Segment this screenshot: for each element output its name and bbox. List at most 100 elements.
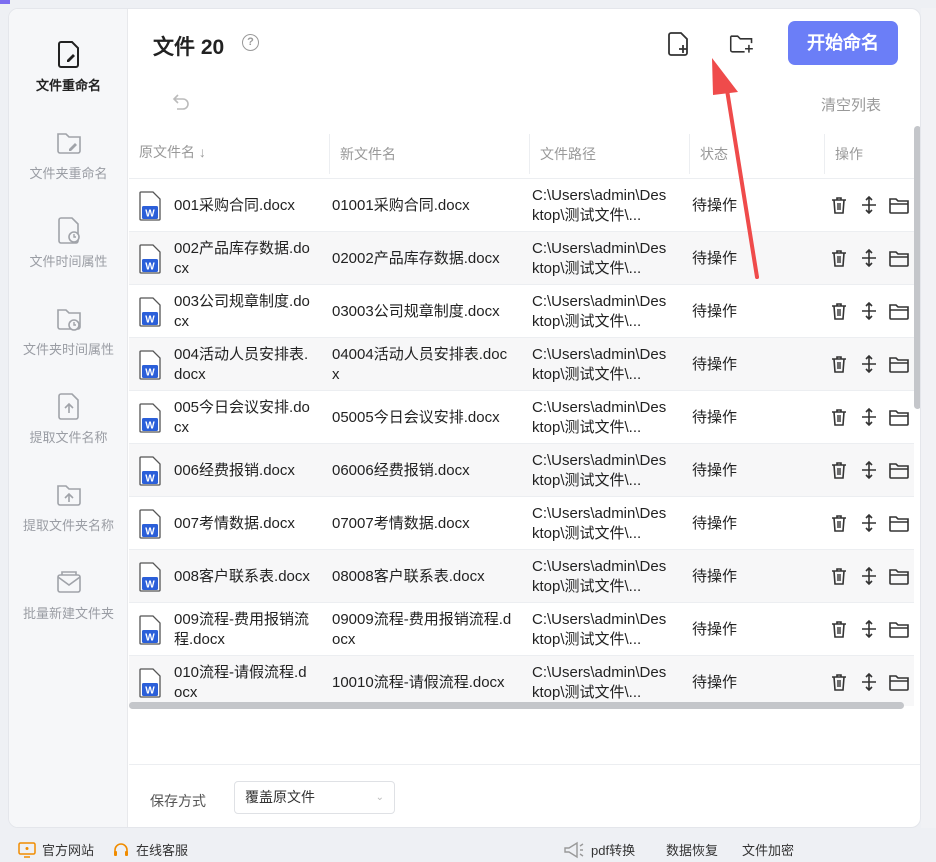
folder-upload-icon xyxy=(56,485,81,506)
add-file-icon[interactable] xyxy=(666,31,692,57)
file-path: C:\Users\admin\Desktop\测试文件\... xyxy=(532,610,667,648)
sidebar-item-label: 批量新建文件夹 xyxy=(22,606,114,621)
word-doc-icon: W xyxy=(139,562,161,592)
new-filename: 09009流程-费用报销流程.docx xyxy=(332,610,512,648)
svg-text:W: W xyxy=(145,262,155,273)
save-mode-label: 保存方式 xyxy=(150,793,206,809)
delete-icon[interactable] xyxy=(828,353,850,375)
open-folder-icon[interactable] xyxy=(888,406,910,428)
move-icon[interactable] xyxy=(858,512,880,534)
svg-text:W: W xyxy=(145,633,155,644)
file-path: C:\Users\admin\Desktop\测试文件\... xyxy=(532,557,667,595)
table-row[interactable]: W 004活动人员安排表.docx 04004活动人员安排表.docx C:\U… xyxy=(129,338,914,391)
sidebar-item-extract-filename[interactable]: 提取文件名称 xyxy=(9,391,128,446)
open-folder-icon[interactable] xyxy=(888,194,910,216)
svg-text:W: W xyxy=(145,580,155,591)
save-mode-select[interactable]: 覆盖原文件 ⌄ xyxy=(234,781,395,814)
open-folder-icon[interactable] xyxy=(888,300,910,322)
table-header: 原文件名 ↓ 新文件名 文件路径 状态 操作 xyxy=(129,126,914,179)
delete-icon[interactable] xyxy=(828,671,850,693)
status-text: 待操作 xyxy=(692,249,738,267)
start-rename-button[interactable]: 开始命名 xyxy=(788,21,898,65)
svg-text:W: W xyxy=(145,368,155,379)
open-folder-icon[interactable] xyxy=(888,459,910,481)
clear-list-button[interactable]: 清空列表 xyxy=(821,94,881,115)
table-row[interactable]: W 010流程-请假流程.docx 10010流程-请假流程.docx C:\U… xyxy=(129,656,914,706)
data-recovery-link[interactable]: 数据恢复 xyxy=(666,840,718,859)
save-options-bar: 保存方式 覆盖原文件 ⌄ xyxy=(129,764,920,827)
undo-icon[interactable] xyxy=(169,91,191,113)
svg-text:W: W xyxy=(145,315,155,326)
status-text: 待操作 xyxy=(692,514,738,532)
move-icon[interactable] xyxy=(858,194,880,216)
table-row[interactable]: W 003公司规章制度.docx 03003公司规章制度.docx C:\Use… xyxy=(129,285,914,338)
sidebar-item-label: 文件重命名 xyxy=(35,78,101,93)
new-filename: 07007考情数据.docx xyxy=(332,514,470,532)
word-doc-icon: W xyxy=(139,403,161,433)
open-folder-icon[interactable] xyxy=(888,512,910,534)
sidebar-item-label: 提取文件名称 xyxy=(29,430,108,445)
official-site-link[interactable]: 官方网站 xyxy=(18,840,94,859)
move-icon[interactable] xyxy=(858,300,880,322)
right-edge-strip xyxy=(921,8,936,828)
status-text: 待操作 xyxy=(692,567,738,585)
megaphone-icon xyxy=(564,841,584,858)
delete-icon[interactable] xyxy=(828,618,850,640)
sidebar-item-batch-new-folder[interactable]: 批量新建文件夹 xyxy=(9,567,128,622)
file-path: C:\Users\admin\Desktop\测试文件\... xyxy=(532,504,667,542)
file-path: C:\Users\admin\Desktop\测试文件\... xyxy=(532,239,667,277)
table-row[interactable]: W 008客户联系表.docx 08008客户联系表.docx C:\Users… xyxy=(129,550,914,603)
delete-icon[interactable] xyxy=(828,512,850,534)
delete-icon[interactable] xyxy=(828,300,850,322)
move-icon[interactable] xyxy=(858,247,880,269)
table-row[interactable]: W 001采购合同.docx 01001采购合同.docx C:\Users\a… xyxy=(129,179,914,232)
file-path: C:\Users\admin\Desktop\测试文件\... xyxy=(532,186,667,224)
table-row[interactable]: W 002产品库存数据.docx 02002产品库存数据.docx C:\Use… xyxy=(129,232,914,285)
open-folder-icon[interactable] xyxy=(888,353,910,375)
monitor-icon xyxy=(18,841,36,858)
move-icon[interactable] xyxy=(858,671,880,693)
table-row[interactable]: W 006经费报销.docx 06006经费报销.docx C:\Users\a… xyxy=(129,444,914,497)
delete-icon[interactable] xyxy=(828,459,850,481)
sidebar-item-file-time[interactable]: 文件时间属性 xyxy=(9,215,128,270)
sidebar-item-folder-time[interactable]: 文件夹时间属性 xyxy=(9,303,128,358)
sidebar-item-folder-rename[interactable]: 文件夹重命名 xyxy=(9,127,128,182)
new-filename: 01001采购合同.docx xyxy=(332,196,470,214)
headset-icon xyxy=(114,842,128,856)
open-folder-icon[interactable] xyxy=(888,618,910,640)
svg-text:W: W xyxy=(145,474,155,485)
delete-icon[interactable] xyxy=(828,194,850,216)
delete-icon[interactable] xyxy=(828,565,850,587)
move-icon[interactable] xyxy=(858,618,880,640)
help-icon[interactable]: ? xyxy=(242,34,259,51)
open-folder-icon[interactable] xyxy=(888,565,910,587)
file-path: C:\Users\admin\Desktop\测试文件\... xyxy=(532,398,667,436)
folder-edit-icon xyxy=(56,133,81,154)
table-row[interactable]: W 007考情数据.docx 07007考情数据.docx C:\Users\a… xyxy=(129,497,914,550)
sidebar-item-label: 文件夹时间属性 xyxy=(22,342,114,357)
move-icon[interactable] xyxy=(858,353,880,375)
sidebar-item-label: 文件时间属性 xyxy=(29,254,108,269)
sidebar-item-file-rename[interactable]: 文件重命名 xyxy=(9,39,128,94)
sidebar-item-label: 提取文件夹名称 xyxy=(22,518,114,533)
pdf-convert-link[interactable]: pdf转换 xyxy=(563,840,635,859)
original-filename: 005今日会议安排.docx xyxy=(174,398,310,436)
delete-icon[interactable] xyxy=(828,247,850,269)
online-service-link[interactable]: 在线客服 xyxy=(112,840,188,859)
svg-text:W: W xyxy=(145,686,155,697)
move-icon[interactable] xyxy=(858,459,880,481)
open-folder-icon[interactable] xyxy=(888,671,910,693)
column-header-original[interactable]: 原文件名 ↓ xyxy=(129,126,329,179)
table-row[interactable]: W 005今日会议安排.docx 05005今日会议安排.docx C:\Use… xyxy=(129,391,914,444)
move-icon[interactable] xyxy=(858,565,880,587)
file-encrypt-link[interactable]: 文件加密 xyxy=(742,840,794,859)
sidebar-item-extract-foldername[interactable]: 提取文件夹名称 xyxy=(9,479,128,534)
table-row[interactable]: W 009流程-费用报销流程.docx 09009流程-费用报销流程.docx … xyxy=(129,603,914,656)
vertical-scrollbar[interactable] xyxy=(914,126,920,409)
new-filename: 06006经费报销.docx xyxy=(332,461,470,479)
add-folder-icon[interactable] xyxy=(729,31,755,57)
delete-icon[interactable] xyxy=(828,406,850,428)
horizontal-scrollbar[interactable] xyxy=(129,702,904,709)
open-folder-icon[interactable] xyxy=(888,247,910,269)
move-icon[interactable] xyxy=(858,406,880,428)
